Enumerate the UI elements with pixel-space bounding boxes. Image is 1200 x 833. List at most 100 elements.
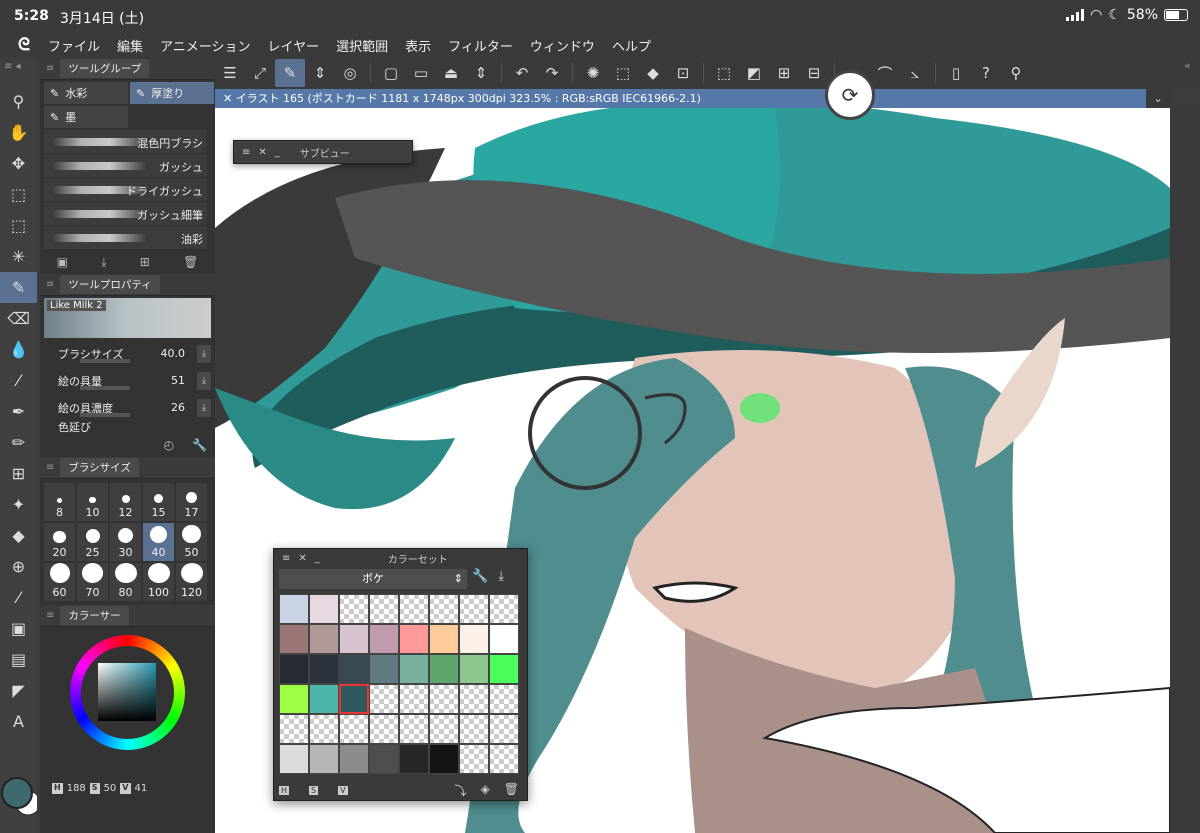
close-icon[interactable]: ✕ — [258, 147, 266, 158]
brush-size-option[interactable]: 120 — [176, 563, 207, 601]
pen-ruler-icon[interactable]: ⦣ — [900, 59, 930, 87]
gradient-icon[interactable]: ⊕ — [0, 551, 37, 582]
menu-file[interactable]: ファイル — [48, 36, 100, 55]
color-swatch[interactable] — [279, 624, 309, 654]
empty-swatch[interactable] — [279, 714, 309, 744]
eyedropper-add-icon[interactable]: ◈ — [481, 782, 490, 799]
brush-settings-icon[interactable]: ✎ — [275, 59, 305, 87]
import-icon[interactable]: ⤓ — [101, 255, 106, 270]
color-swatch[interactable] — [489, 624, 519, 654]
menu-view[interactable]: 表示 — [405, 36, 431, 55]
grip-icon[interactable]: ≡ — [46, 279, 54, 290]
eraser-icon[interactable]: ⌫ — [0, 303, 37, 334]
brush-size-option[interactable]: 20 — [44, 523, 75, 561]
empty-swatch[interactable] — [489, 594, 519, 624]
move-icon[interactable]: ✥ — [0, 148, 37, 179]
operation-icon[interactable]: ◤ — [0, 675, 37, 706]
color-swatch[interactable] — [309, 654, 339, 684]
menu-filter[interactable]: フィルター — [448, 36, 513, 55]
brush-size-option[interactable]: 50 — [176, 523, 207, 561]
close-icon[interactable]: ✕ — [298, 553, 306, 564]
settings-search-icon[interactable]: ⚲ — [1001, 59, 1031, 87]
color-swatch[interactable] — [279, 594, 309, 624]
brush-size-option[interactable]: 60 — [44, 563, 75, 601]
undo-icon[interactable]: ↶ — [507, 59, 537, 87]
brush-size-option[interactable]: 8 — [44, 483, 75, 521]
color-swatch[interactable] — [459, 624, 489, 654]
color-swatch[interactable] — [399, 744, 429, 774]
help-icon[interactable]: ? — [971, 59, 1001, 87]
prop-brush-size[interactable]: ブラシサイズ 40.0 ⤓ — [40, 340, 215, 367]
saturation-value-square[interactable] — [98, 663, 156, 721]
new-file-icon[interactable]: ▢ — [376, 59, 406, 87]
add-swatch-icon[interactable]: ⤵ — [455, 782, 467, 799]
empty-swatch[interactable] — [399, 714, 429, 744]
grip-icon[interactable]: ≡ — [282, 553, 290, 564]
grip-icon[interactable]: ≡ — [46, 610, 54, 621]
brush-item[interactable]: ガッシュ — [44, 154, 207, 178]
minimize-icon[interactable]: _ — [275, 147, 280, 158]
pen-icon[interactable]: ✒ — [0, 396, 37, 427]
layer-record-icon[interactable]: ◎ — [335, 59, 365, 87]
loading-spinner-icon[interactable]: ✺ — [578, 59, 608, 87]
empty-swatch[interactable] — [489, 714, 519, 744]
duplicate-icon[interactable]: ⊞ — [140, 255, 150, 269]
app-logo-icon[interactable]: ᘓ — [0, 35, 48, 55]
color-swatch[interactable] — [399, 624, 429, 654]
grip-icon[interactable]: ≡ — [46, 462, 54, 473]
close-tab-icon[interactable]: ✕ — [223, 92, 232, 105]
brush-size-option[interactable]: 30 — [110, 523, 141, 561]
selection-launcher-icon[interactable]: ⊟ — [799, 59, 829, 87]
color-set-dropdown[interactable]: ボケ ⇕ — [279, 569, 467, 589]
empty-swatch[interactable] — [489, 744, 519, 774]
blend-icon[interactable]: 💧 — [0, 334, 37, 365]
empty-swatch[interactable] — [459, 744, 489, 774]
slider-track[interactable] — [80, 359, 130, 363]
select-all-icon[interactable]: ⊞ — [769, 59, 799, 87]
pencil-icon[interactable]: ✏ — [0, 427, 37, 458]
color-swatch[interactable] — [429, 654, 459, 684]
canvas-rotate-icon[interactable]: ⟳ — [825, 70, 875, 120]
empty-swatch[interactable] — [369, 684, 399, 714]
airbrush-icon[interactable]: ⊞ — [0, 458, 37, 489]
empty-swatch[interactable] — [339, 714, 369, 744]
fill-icon[interactable]: ◆ — [0, 520, 37, 551]
menu-layer[interactable]: レイヤー — [268, 36, 320, 55]
slider-track[interactable] — [80, 413, 130, 417]
chevron-down-icon[interactable]: ⌄ — [1146, 89, 1170, 108]
brush-size-option[interactable]: 80 — [110, 563, 141, 601]
brush-size-option[interactable]: 17 — [176, 483, 207, 521]
prop-paint-amount[interactable]: 絵の具量 51 ⤓ — [40, 367, 215, 394]
color-swatch[interactable] — [399, 654, 429, 684]
mode-h[interactable]: H — [279, 786, 290, 795]
eyedropper-icon[interactable]: ⁄ — [0, 365, 37, 396]
brush-size-option[interactable]: 12 — [110, 483, 141, 521]
redo-icon[interactable]: ↷ — [537, 59, 567, 87]
stepper-icon[interactable]: ⤓ — [197, 371, 211, 390]
grip-icon[interactable]: ≡ — [242, 147, 250, 158]
open-folder-icon[interactable]: ▭ — [406, 59, 436, 87]
sub-tool-settings-icon[interactable]: ▣ — [57, 255, 68, 269]
marquee-icon[interactable]: ⬚ — [0, 210, 37, 241]
more-arrows-icon[interactable]: ⇕ — [466, 59, 496, 87]
color-swatch[interactable] — [489, 654, 519, 684]
empty-swatch[interactable] — [489, 684, 519, 714]
slider-track[interactable] — [80, 386, 130, 390]
prop-paint-density[interactable]: 絵の具濃度 26 ⤓ — [40, 394, 215, 421]
color-swatch[interactable] — [279, 744, 309, 774]
magic-wand-icon[interactable]: ✳ — [0, 241, 37, 272]
color-swatch[interactable] — [369, 624, 399, 654]
menu-window[interactable]: ウィンドウ — [530, 36, 595, 55]
figure-icon[interactable]: ⁄ — [0, 582, 37, 613]
empty-swatch[interactable] — [339, 594, 369, 624]
menu-animation[interactable]: アニメーション — [160, 36, 250, 55]
main-sub-color-icon[interactable] — [0, 775, 41, 833]
text-icon[interactable]: A — [0, 706, 37, 737]
color-swatch[interactable] — [309, 594, 339, 624]
tool-column-grip[interactable]: ≡ ◂ — [0, 58, 37, 86]
sub-tool-watercolor[interactable]: ✎ 水彩 — [44, 82, 128, 104]
color-swatch[interactable] — [339, 624, 369, 654]
empty-swatch[interactable] — [399, 684, 429, 714]
transform-icon[interactable]: ⊡ — [668, 59, 698, 87]
minimize-icon[interactable]: _ — [315, 553, 320, 564]
